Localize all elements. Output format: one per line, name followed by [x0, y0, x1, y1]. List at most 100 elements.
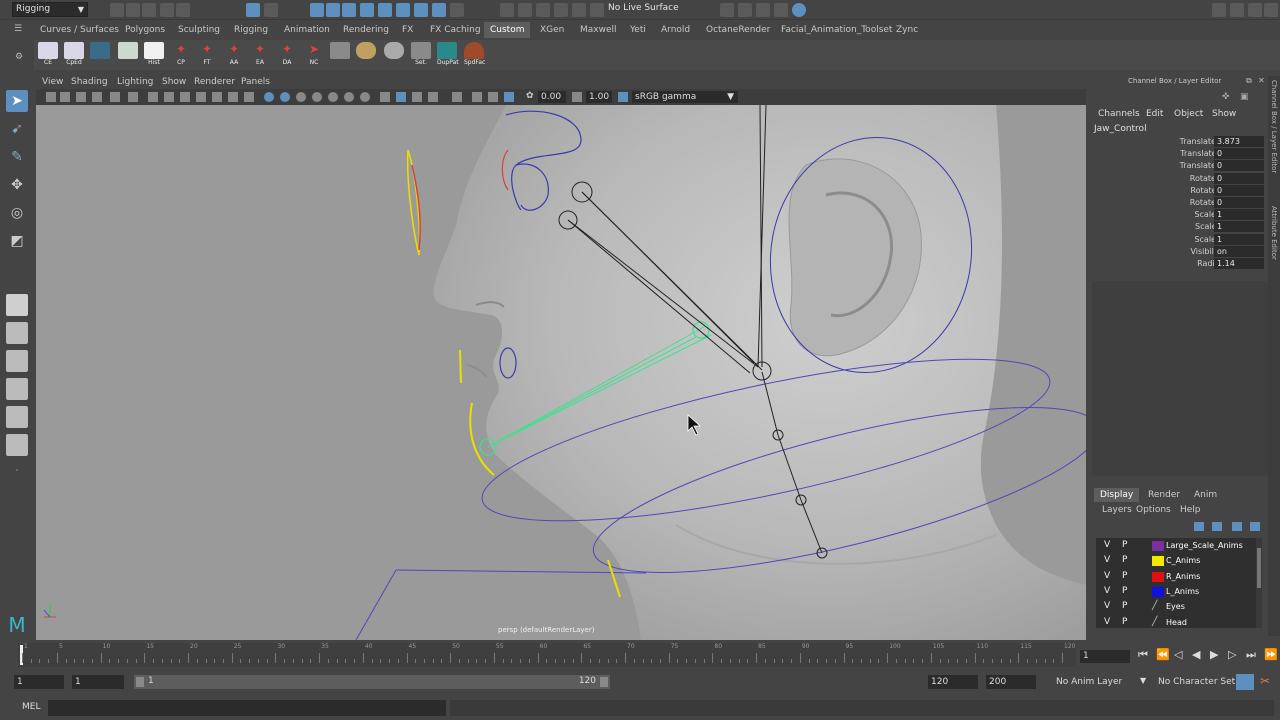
live-surface-label[interactable]: No Live Surface: [608, 3, 679, 13]
render-settings-icon[interactable]: [774, 3, 788, 17]
current-frame-field[interactable]: 1: [1080, 650, 1130, 663]
safe-action-icon[interactable]: [228, 92, 238, 102]
shelf-button[interactable]: ✦ AA: [224, 42, 244, 68]
tab-arnold[interactable]: Arnold: [661, 22, 690, 38]
close-icon[interactable]: ✕: [1258, 76, 1265, 85]
resolution-gate-icon[interactable]: [180, 92, 190, 102]
camera-icon[interactable]: ▣: [1240, 92, 1249, 102]
layer-playback-toggle[interactable]: P: [1122, 599, 1127, 614]
go-to-end-icon[interactable]: ⏭: [1246, 648, 1256, 662]
workspace-icon[interactable]: [1264, 3, 1278, 17]
command-input[interactable]: [48, 700, 446, 716]
color-management-icon[interactable]: [618, 92, 628, 102]
channel-value-field[interactable]: 1.14: [1214, 258, 1264, 269]
shelf-button[interactable]: ✦ EA: [250, 42, 270, 68]
channel-name[interactable]: Translate X: [1144, 136, 1224, 148]
side-tab-attribute-editor[interactable]: Attribute Editor: [1270, 206, 1278, 260]
layer-row[interactable]: V P L_Anims: [1096, 584, 1256, 599]
shelf-button[interactable]: ✦ DA: [277, 42, 297, 68]
channel-name[interactable]: Scale X: [1144, 209, 1224, 221]
channel-row[interactable]: Scale Z1: [1090, 233, 1268, 246]
channel-value-field[interactable]: 1: [1214, 209, 1264, 221]
snap-surface-icon[interactable]: [378, 3, 392, 17]
layer-name[interactable]: R_Anims: [1166, 569, 1200, 584]
textured-icon[interactable]: [312, 92, 322, 102]
menu-view[interactable]: View: [42, 77, 63, 87]
move-layer-down-icon[interactable]: [1212, 522, 1222, 531]
go-to-start-icon[interactable]: ⏮: [1138, 648, 1148, 662]
snap-point-icon[interactable]: [342, 3, 356, 17]
shelf-button[interactable]: Hist: [144, 42, 164, 68]
tab-rigging[interactable]: Rigging: [234, 22, 268, 38]
layer-row[interactable]: V P Large_Scale_Anims: [1096, 538, 1256, 553]
ambient-occlusion-icon[interactable]: [360, 92, 370, 102]
channel-name[interactable]: Scale Z: [1144, 234, 1224, 246]
magnet-icon[interactable]: [590, 3, 604, 17]
tab-maxwell[interactable]: Maxwell: [580, 22, 617, 38]
2d-pan-icon[interactable]: [110, 92, 120, 102]
anim-prefs-icon[interactable]: ✂: [1260, 674, 1270, 688]
layer-playback-toggle[interactable]: P: [1122, 569, 1127, 584]
tab-render[interactable]: Render: [1148, 488, 1180, 502]
menu-lighting[interactable]: Lighting: [117, 77, 153, 87]
step-back-frame-icon[interactable]: ◁: [1174, 648, 1182, 661]
shelf-button[interactable]: DupPat: [437, 42, 459, 68]
character-set-select[interactable]: No Character Set: [1158, 677, 1235, 687]
layer-playback-toggle[interactable]: P: [1122, 615, 1127, 630]
xray-icon[interactable]: [396, 92, 406, 102]
grid-icon[interactable]: [148, 92, 158, 102]
smooth-shade-icon[interactable]: [280, 92, 290, 102]
menu-shading[interactable]: Shading: [71, 77, 108, 87]
hud-icon[interactable]: [472, 92, 482, 102]
menu-layers[interactable]: Layers: [1102, 505, 1132, 515]
layer-row[interactable]: V P R_Anims: [1096, 569, 1256, 584]
shelf-button[interactable]: [90, 42, 110, 68]
menu-show[interactable]: Show: [162, 77, 186, 87]
tab-xgen[interactable]: XGen: [540, 22, 564, 38]
layer-playback-toggle[interactable]: P: [1122, 538, 1127, 553]
layer-name[interactable]: Head: [1166, 615, 1187, 630]
auto-key-icon[interactable]: [1236, 674, 1254, 690]
exposure-toggle-icon[interactable]: [504, 92, 514, 102]
channel-name[interactable]: Rotate Y: [1144, 185, 1224, 197]
step-back-key-icon[interactable]: ⏪: [1156, 648, 1170, 661]
channel-value-field[interactable]: 0: [1214, 197, 1264, 208]
tab-custom[interactable]: Custom: [484, 22, 531, 38]
menu-set-select[interactable]: Rigging ▼: [12, 2, 88, 17]
scale-tool-icon[interactable]: ◩: [6, 230, 28, 252]
playback-start-field[interactable]: 1: [72, 675, 124, 689]
side-tab-channel-box[interactable]: Channel Box / Layer Editor: [1270, 80, 1278, 173]
safe-title-icon[interactable]: [244, 92, 254, 102]
channel-name[interactable]: Radius: [1144, 258, 1224, 270]
shelf-button[interactable]: [384, 42, 404, 68]
snap-face-icon[interactable]: [432, 3, 446, 17]
xray-joints-icon[interactable]: [412, 92, 422, 102]
channel-name[interactable]: Translate Z: [1144, 160, 1224, 172]
shelf-button[interactable]: [118, 42, 138, 68]
bookmark-icon[interactable]: [76, 92, 86, 102]
menu-channels[interactable]: Channels: [1098, 109, 1140, 119]
two-view-icon[interactable]: [6, 350, 28, 372]
hypershade-icon[interactable]: [792, 3, 806, 17]
move-tool-icon[interactable]: ✥: [6, 174, 28, 196]
layer-visibility-toggle[interactable]: V: [1104, 538, 1110, 553]
snap-view-icon[interactable]: [360, 3, 374, 17]
tab-zync[interactable]: Zync: [896, 22, 918, 38]
menu-renderer[interactable]: Renderer: [194, 77, 235, 87]
shelf-button[interactable]: Set.: [411, 42, 431, 68]
channel-value-field[interactable]: 0: [1214, 160, 1264, 172]
new-layer-selected-icon[interactable]: [1250, 522, 1260, 531]
field-chart-icon[interactable]: [212, 92, 222, 102]
start-time-field[interactable]: 1: [14, 675, 64, 689]
shelf-button[interactable]: SpdFac: [464, 42, 485, 68]
channel-value-field[interactable]: 0: [1214, 148, 1264, 160]
play-forwards-icon[interactable]: ▶: [1210, 648, 1218, 661]
channel-row[interactable]: Rotate X0: [1090, 172, 1268, 185]
snap-grid-icon[interactable]: [310, 3, 324, 17]
channel-name[interactable]: Rotate Z: [1144, 197, 1224, 209]
tab-facial-animation-toolset[interactable]: Facial_Animation_Toolset: [781, 22, 892, 38]
image-plane-icon[interactable]: [92, 92, 102, 102]
shelf-button[interactable]: ➤ NC: [304, 42, 324, 68]
channel-row[interactable]: Rotate Y0: [1090, 184, 1268, 197]
film-gate-icon[interactable]: [164, 92, 174, 102]
